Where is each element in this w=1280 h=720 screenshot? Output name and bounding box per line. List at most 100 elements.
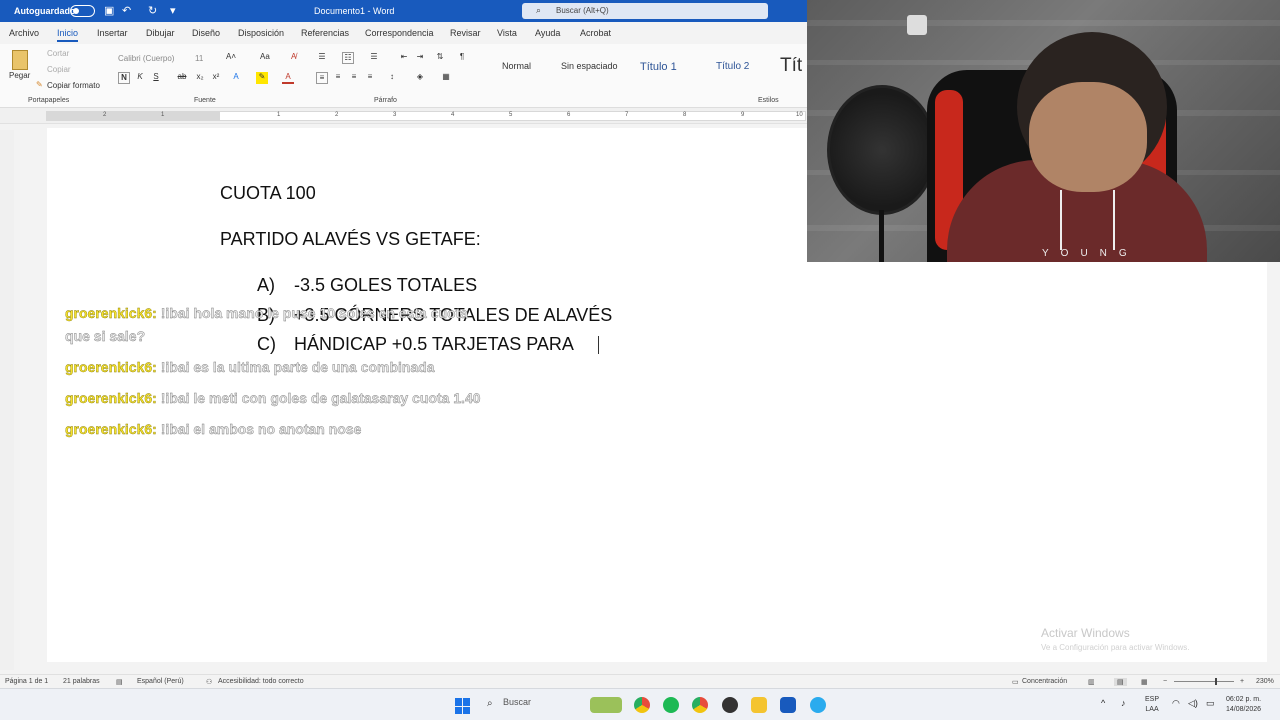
copy-button[interactable]: Copiar — [47, 65, 71, 74]
superscript-icon[interactable]: x² — [210, 72, 222, 84]
style-heading-2[interactable]: Título 2 — [716, 61, 749, 72]
clear-format-icon[interactable]: A̸ — [291, 52, 296, 61]
zoom-out-icon[interactable]: − — [1163, 678, 1167, 685]
chrome-icon[interactable] — [634, 697, 650, 713]
search-box[interactable]: ⌕ Buscar (Alt+Q) — [522, 3, 768, 19]
ruler-number: 3 — [393, 112, 397, 118]
style-no-spacing[interactable]: Sin espaciado — [561, 61, 618, 71]
status-bar: Página 1 de 1 21 palabras ▤ Español (Per… — [0, 674, 1280, 688]
tray-overflow-icon[interactable]: ^ — [1101, 698, 1105, 708]
align-left-icon[interactable]: ≡ — [316, 72, 328, 84]
windows-start-icon[interactable] — [455, 698, 471, 714]
style-title[interactable]: Tít — [780, 55, 802, 77]
word-count[interactable]: 21 palabras — [63, 678, 100, 685]
taskbar-search[interactable]: Buscar — [503, 697, 531, 707]
font-size-select[interactable]: 11 — [195, 54, 203, 63]
numbering-icon[interactable]: ☷ — [342, 52, 354, 64]
change-case-icon[interactable]: Aa — [260, 52, 270, 61]
language-indicator[interactable]: ESP LAA — [1145, 695, 1159, 715]
tab-referencias[interactable]: Referencias — [301, 28, 349, 38]
paragraph-group-label: Párrafo — [374, 97, 397, 104]
tab-disposicion[interactable]: Disposición — [238, 28, 284, 38]
customize-toolbar-icon[interactable]: ▾ — [170, 4, 176, 17]
spellcheck-icon[interactable]: ▤ — [116, 678, 123, 686]
zoom-slider-thumb[interactable] — [1215, 678, 1217, 685]
cut-button[interactable]: Cortar — [47, 49, 69, 58]
autosave-toggle[interactable] — [70, 5, 95, 17]
multilevel-list-icon[interactable]: ☰ — [368, 52, 380, 64]
font-name-select[interactable]: Calibri (Cuerpo) — [118, 54, 190, 66]
focus-mode[interactable]: Concentración — [1022, 678, 1067, 685]
microphone-icon[interactable]: ♪ — [1121, 698, 1126, 708]
grow-font-icon[interactable]: A˄ — [226, 52, 236, 61]
zoom-slider[interactable] — [1174, 681, 1234, 682]
file-explorer-icon[interactable] — [751, 697, 767, 713]
tab-acrobat[interactable]: Acrobat — [580, 28, 611, 38]
font-color-icon[interactable]: A — [282, 72, 294, 84]
network-icon[interactable]: ◠ — [1172, 698, 1180, 709]
system-clock[interactable]: 06:02 p. m. 14/08/2026 — [1226, 695, 1261, 715]
obs-icon[interactable] — [722, 697, 738, 713]
highlight-icon[interactable]: ✎ — [256, 72, 268, 84]
decrease-indent-icon[interactable]: ⇤ — [398, 52, 410, 64]
bold-icon[interactable]: N — [118, 72, 130, 84]
horizontal-ruler[interactable]: 2 1 1 2 3 4 5 6 7 8 9 10 — [0, 108, 808, 124]
shading-icon[interactable]: ◈ — [414, 72, 426, 84]
tab-revisar[interactable]: Revisar — [450, 28, 481, 38]
doc-item-a-letter[interactable]: A) — [257, 275, 275, 296]
autosave-label: Autoguardado — [14, 6, 76, 16]
doc-item-c-text[interactable]: HÁNDICAP +0.5 TARJETAS PARA — [294, 334, 574, 355]
read-mode-icon[interactable]: ▥ — [1088, 678, 1095, 686]
telegram-icon[interactable] — [810, 697, 826, 713]
undo-icon[interactable]: ↶ — [122, 4, 131, 17]
format-painter-button[interactable]: Copiar formato — [47, 81, 100, 90]
style-heading-1[interactable]: Título 1 — [640, 61, 677, 73]
volume-icon[interactable]: ◁) — [1188, 698, 1198, 709]
save-icon[interactable]: ▣ — [104, 4, 114, 17]
tab-archivo[interactable]: Archivo — [9, 28, 39, 38]
ruler-margin — [46, 111, 220, 121]
doc-line-cuota[interactable]: CUOTA 100 — [220, 183, 316, 204]
word-icon[interactable] — [780, 697, 796, 713]
doc-item-a-text[interactable]: -3.5 GOLES TOTALES — [294, 275, 477, 296]
style-normal[interactable]: Normal — [502, 61, 531, 71]
widgets-icon[interactable] — [590, 697, 622, 713]
tab-diseno[interactable]: Diseño — [192, 28, 220, 38]
chrome-icon[interactable] — [692, 697, 708, 713]
doc-item-c-letter[interactable]: C) — [257, 334, 276, 355]
redo-icon[interactable]: ↻ — [148, 4, 157, 17]
tab-ayuda[interactable]: Ayuda — [535, 28, 560, 38]
print-layout-icon[interactable]: ▤ — [1114, 678, 1127, 686]
doc-line-partido[interactable]: PARTIDO ALAVÉS VS GETAFE: — [220, 229, 481, 250]
borders-icon[interactable]: ▦ — [440, 72, 452, 84]
spotify-icon[interactable] — [663, 697, 679, 713]
accessibility-status[interactable]: Accesibilidad: todo correcto — [218, 678, 304, 685]
subscript-icon[interactable]: x₂ — [194, 72, 206, 84]
language-status[interactable]: Español (Perú) — [137, 678, 184, 685]
tab-correspondencia[interactable]: Correspondencia — [365, 28, 434, 38]
tab-vista[interactable]: Vista — [497, 28, 517, 38]
text-effects-icon[interactable]: A — [230, 72, 242, 84]
italic-icon[interactable]: K — [134, 72, 146, 84]
increase-indent-icon[interactable]: ⇥ — [414, 52, 426, 64]
align-center-icon[interactable]: ≡ — [332, 72, 344, 84]
strikethrough-icon[interactable]: ab — [176, 72, 188, 84]
underline-icon[interactable]: S — [150, 72, 162, 84]
sort-icon[interactable]: ⇅ — [434, 52, 446, 64]
align-right-icon[interactable]: ≡ — [348, 72, 360, 84]
justify-icon[interactable]: ≡ — [364, 72, 376, 84]
tab-inicio[interactable]: Inicio — [57, 28, 79, 42]
line-spacing-icon[interactable]: ↕ — [386, 72, 398, 84]
web-layout-icon[interactable]: ▦ — [1141, 678, 1148, 686]
bullets-icon[interactable]: ☰ — [316, 52, 328, 64]
battery-icon[interactable]: ▭ — [1206, 698, 1215, 709]
zoom-level[interactable]: 230% — [1256, 678, 1274, 685]
format-painter-icon: ✎ — [36, 80, 43, 89]
tab-dibujar[interactable]: Dibujar — [146, 28, 175, 38]
tab-insertar[interactable]: Insertar — [97, 28, 128, 38]
paste-icon[interactable] — [12, 50, 28, 70]
zoom-in-icon[interactable]: + — [1240, 678, 1244, 685]
page-count[interactable]: Página 1 de 1 — [5, 678, 48, 685]
paste-button[interactable]: Pegar — [9, 71, 30, 80]
show-marks-icon[interactable]: ¶ — [456, 52, 468, 64]
